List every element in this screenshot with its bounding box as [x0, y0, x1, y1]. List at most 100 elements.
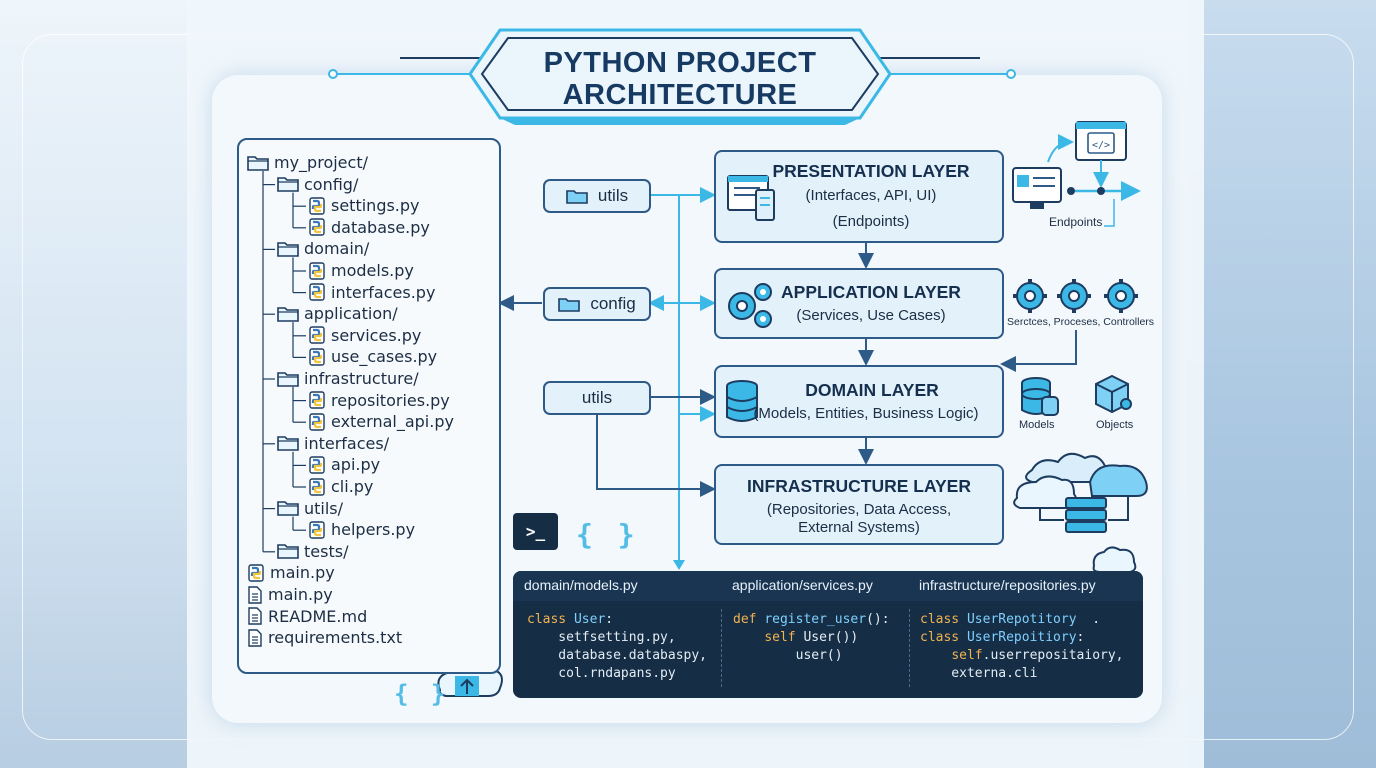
code-header-models: domain/models.py: [524, 577, 638, 593]
tree-file-item[interactable]: api.py: [308, 455, 380, 474]
code-line: class User:: [527, 612, 614, 627]
tree-folder-item[interactable]: my_project/: [247, 153, 368, 172]
infrastructure-layer-title: INFRASTRUCTURE LAYER: [747, 476, 971, 496]
presentation-layer-endpoints: (Endpoints): [832, 213, 910, 230]
domain-layer-title: DOMAIN LAYER: [805, 380, 939, 400]
code-line: self.userrepositaiory,: [951, 648, 1124, 663]
tree-file-item[interactable]: database.py: [308, 218, 430, 237]
python-file-icon: [308, 196, 326, 215]
tree-file-item[interactable]: models.py: [308, 261, 414, 280]
tree-item-label: api.py: [331, 455, 381, 475]
python-file-icon: [308, 456, 326, 474]
python-file-icon: [308, 326, 326, 344]
tree-folder-item[interactable]: interfaces/: [277, 434, 389, 453]
folder-icon: [247, 155, 269, 171]
title-line-2: ARCHITECTURE: [562, 79, 798, 111]
utils-node-middle[interactable]: utils: [543, 381, 651, 415]
folder-icon: [277, 176, 299, 192]
title-line-1: PYTHON PROJECT: [543, 47, 817, 79]
tree-file-item[interactable]: requirements.txt: [247, 628, 402, 647]
tree-item-label: requirements.txt: [268, 628, 403, 648]
tree-item-label: interfaces.py: [331, 282, 436, 302]
domain-layer[interactable]: DOMAIN LAYER (Models, Entities, Business…: [714, 365, 1004, 438]
tree-folder-item[interactable]: infrastructure/: [277, 369, 419, 388]
infrastructure-layer-subtitle: (Repositories, Data Access,: [766, 501, 952, 518]
python-file-icon: [247, 564, 265, 582]
page-title: PYTHON PROJECT ARCHITECTURE: [480, 44, 880, 114]
folder-icon: [277, 500, 299, 516]
tree-folder-item[interactable]: config/: [277, 175, 358, 194]
tree-folder-item[interactable]: application/: [277, 304, 398, 323]
folder-icon: [277, 371, 299, 387]
code-header-repositories: infrastructure/repositories.py: [919, 577, 1096, 593]
tree-file-item[interactable]: cli.py: [308, 477, 373, 496]
tree-folder-item[interactable]: utils/: [277, 499, 343, 518]
tree-item-label: settings.py: [331, 196, 420, 216]
tree-file-item[interactable]: helpers.py: [308, 520, 415, 539]
utils-node-top-label: utils: [597, 186, 629, 205]
tree-item-label: helpers.py: [331, 520, 416, 540]
folder-icon: [277, 306, 299, 322]
tree-file-item[interactable]: main.py: [247, 563, 335, 582]
tree-file-item[interactable]: interfaces.py: [308, 283, 435, 302]
tree-item-label: database.py: [331, 217, 430, 237]
code-column-divider: [909, 609, 911, 687]
tree-file-item[interactable]: services.py: [308, 326, 421, 345]
services-label: Serctces, Proceses, Controllers: [1007, 316, 1155, 328]
folder-icon: [558, 298, 581, 312]
tree-item-label: use_cases.py: [331, 347, 438, 367]
code-line: self User()): [764, 630, 859, 645]
python-file-icon: [308, 218, 326, 236]
python-file-icon: [308, 520, 326, 539]
presentation-layer-subtitle: (Interfaces, API, UI): [805, 187, 937, 204]
tree-item-label: tests/: [304, 541, 349, 561]
python-file-icon: [308, 412, 326, 431]
python-file-icon: [308, 348, 326, 366]
tree-folder-item[interactable]: tests/: [277, 542, 348, 561]
tree-file-item[interactable]: repositories.py: [308, 391, 450, 410]
tree-file-item[interactable]: settings.py: [308, 196, 420, 215]
code-line: setfsetting.py,: [527, 630, 676, 645]
tree-item-label: main.py: [268, 585, 333, 604]
folder-icon: [277, 241, 299, 257]
tree-item-label: main.py: [270, 563, 335, 583]
tree-item-label: infrastructure/: [304, 369, 419, 388]
code-header-services: application/services.py: [732, 577, 873, 593]
tree-item-label: README.md: [268, 606, 368, 626]
application-layer-title: APPLICATION LAYER: [781, 282, 961, 302]
config-node[interactable]: config: [543, 287, 651, 321]
tree-item-label: models.py: [331, 261, 414, 280]
code-line: externa.cli: [920, 666, 1038, 681]
tree-item-label: interfaces/: [304, 433, 390, 453]
tree-item-label: utils/: [304, 498, 344, 518]
tree-folder-item[interactable]: domain/: [277, 239, 369, 258]
tree-item-label: services.py: [331, 325, 422, 345]
tree-file-item[interactable]: README.md: [247, 607, 367, 626]
code-column-divider: [721, 609, 723, 687]
terminal-prompt: >_: [525, 522, 546, 541]
infrastructure-layer[interactable]: INFRASTRUCTURE LAYER (Repositories, Data…: [714, 464, 1004, 545]
endpoints-label: Endpoints: [1049, 215, 1103, 229]
utils-node-top[interactable]: utils: [543, 179, 651, 213]
tree-item-label: my_project/: [274, 153, 368, 172]
folder-icon: [277, 435, 299, 452]
tree-file-item[interactable]: external_api.py: [308, 412, 454, 431]
presentation-layer[interactable]: PRESENTATION LAYER (Interfaces, API, UI)…: [714, 150, 1004, 243]
code-line: class UserRepoitiory:: [920, 630, 1085, 645]
code-panel: domain/models.py application/services.py…: [513, 571, 1143, 698]
document-icon: [247, 628, 263, 647]
folder-icon: [566, 190, 588, 204]
code-line: def register_user():: [733, 612, 890, 627]
tree-file-item[interactable]: main.py: [247, 585, 333, 604]
braces-icon-bottom: { }: [394, 680, 450, 708]
tree-item-label: domain/: [304, 239, 370, 259]
folder-icon: [277, 543, 299, 560]
document-icon: [247, 585, 263, 604]
tree-file-item[interactable]: use_cases.py: [308, 347, 437, 366]
application-layer[interactable]: APPLICATION LAYER (Services, Use Cases): [714, 268, 1004, 339]
code-line: database.databaspy,: [527, 648, 708, 663]
config-node-label: config: [590, 294, 636, 313]
tree-item-label: repositories.py: [331, 390, 450, 410]
python-file-icon: [308, 261, 326, 280]
tree-item-label: cli.py: [331, 477, 374, 496]
